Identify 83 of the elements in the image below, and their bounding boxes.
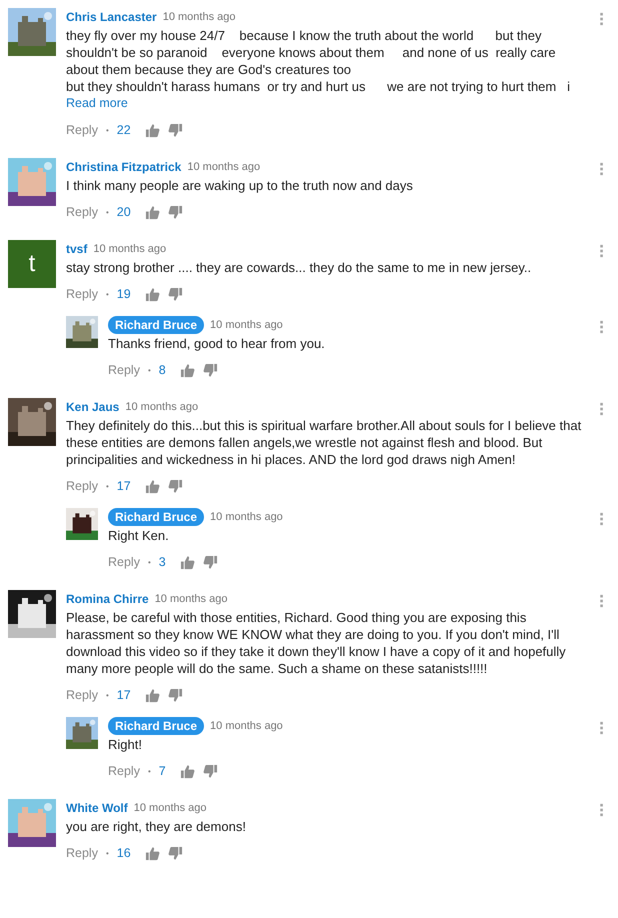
- comment-text: Please, be careful with those entities, Richard. Good thing you are exposing this harassment so they know WE KNOW what they are doing to you. If you don't mind, I'll download this video so if they take it down they'll know I have a copy of it and hopefully many more people will do the same. Such a shame on these satanists!!!!!: [66, 609, 567, 677]
- thumbs-down-icon[interactable]: [168, 204, 183, 220]
- comment-text: I think many people are waking up to the truth now and days: [66, 177, 414, 194]
- timestamp[interactable]: 10 months ago: [187, 161, 260, 173]
- comment-text: they fly over my house 24/7 because I know the truth about the world but they shouldn't be so paranoid everyone knows about them and none of us really care about them because they are God's creatures too but they shouldn't harass humans or try and hurt us we are not trying to hurt them i: [66, 27, 571, 95]
- thumbs-up-icon[interactable]: [180, 764, 195, 778]
- like-count: 19: [116, 287, 131, 301]
- reply-link[interactable]: Reply: [66, 688, 98, 702]
- thumbs-up-icon[interactable]: [180, 554, 195, 570]
- thumbs-down-icon[interactable]: [168, 478, 183, 494]
- separator-dot: •: [106, 482, 109, 490]
- reply-link[interactable]: Reply: [66, 846, 98, 860]
- like-count: 22: [116, 123, 131, 137]
- like-count: 16: [116, 846, 131, 860]
- timestamp[interactable]: 10 months ago: [210, 511, 283, 523]
- like-count: 7: [158, 764, 166, 778]
- author-chip[interactable]: Richard Bruce: [108, 508, 204, 526]
- comment-text: Thanks friend, good to hear from you.: [108, 335, 326, 352]
- author-chip[interactable]: Richard Bruce: [108, 316, 204, 334]
- comment-text: stay strong brother .... they are cowards... they do the same to me in new jersey..: [66, 259, 532, 276]
- reply-link[interactable]: Reply: [66, 205, 98, 219]
- more-options-icon[interactable]: [600, 244, 604, 258]
- separator-dot: •: [106, 126, 109, 134]
- separator-dot: •: [148, 558, 151, 566]
- more-options-icon[interactable]: [600, 512, 604, 526]
- author-chip[interactable]: Richard Bruce: [108, 717, 204, 735]
- separator-dot: •: [106, 848, 109, 858]
- reply-link[interactable]: Reply: [66, 123, 98, 137]
- separator-dot: •: [148, 366, 151, 374]
- timestamp[interactable]: 10 months ago: [210, 319, 283, 331]
- timestamp[interactable]: 10 months ago: [154, 593, 228, 605]
- more-options-icon[interactable]: [600, 803, 604, 817]
- thumbs-down-icon[interactable]: [168, 688, 183, 702]
- reply-link[interactable]: Reply: [66, 479, 98, 493]
- reply-link[interactable]: Reply: [66, 287, 98, 301]
- separator-dot: •: [106, 290, 109, 298]
- like-count: 20: [116, 205, 131, 219]
- timestamp[interactable]: 10 months ago: [125, 401, 198, 413]
- timestamp[interactable]: 10 months ago: [210, 720, 283, 732]
- avatar: t: [8, 240, 56, 288]
- thumbs-down-icon[interactable]: [168, 846, 183, 860]
- more-options-icon[interactable]: [600, 594, 604, 608]
- like-count: 3: [158, 555, 166, 569]
- like-count: 8: [158, 363, 166, 377]
- reply-link[interactable]: Reply: [108, 764, 140, 778]
- reply-link[interactable]: Reply: [108, 363, 140, 377]
- separator-dot: •: [106, 208, 109, 216]
- thumbs-down-icon[interactable]: [202, 554, 218, 570]
- read-more-link[interactable]: Read more: [66, 95, 590, 112]
- more-options-icon[interactable]: [600, 320, 604, 334]
- thumbs-up-icon[interactable]: [144, 846, 160, 860]
- comment-text: They definitely do this...but this is spiritual warfare brother.All about souls for I believe that these entities are demons fallen angels,we wrestle not against flesh and blood. But principalities and wickedness in hi places. AND the lord god draws nigh Amen!: [66, 417, 582, 468]
- author-link[interactable]: Christina Fitzpatrick: [66, 160, 182, 174]
- thumbs-down-icon[interactable]: [168, 122, 183, 138]
- thumbs-up-icon[interactable]: [180, 362, 195, 378]
- author-link[interactable]: White Wolf: [66, 801, 128, 815]
- thumbs-up-icon[interactable]: [144, 286, 160, 302]
- author-link[interactable]: Chris Lancaster: [66, 10, 157, 24]
- comment-text: Right Ken.: [108, 527, 170, 544]
- timestamp[interactable]: 10 months ago: [134, 802, 207, 814]
- separator-dot: •: [148, 766, 151, 776]
- comment-text: you are right, they are demons!: [66, 818, 247, 835]
- comment-text: Right!: [108, 736, 143, 753]
- thumbs-down-icon[interactable]: [202, 764, 218, 778]
- timestamp[interactable]: 10 months ago: [93, 243, 166, 255]
- thumbs-down-icon[interactable]: [168, 286, 183, 302]
- like-count: 17: [116, 479, 131, 493]
- author-link[interactable]: Ken Jaus: [66, 400, 120, 414]
- more-options-icon[interactable]: [600, 12, 604, 26]
- thumbs-down-icon[interactable]: [202, 362, 218, 378]
- more-options-icon[interactable]: [600, 162, 604, 176]
- author-link[interactable]: tvsf: [66, 242, 88, 256]
- separator-dot: •: [106, 690, 109, 700]
- like-count: 17: [116, 688, 131, 702]
- author-link[interactable]: Romina Chirre: [66, 592, 149, 606]
- more-options-icon[interactable]: [600, 402, 604, 416]
- reply-link[interactable]: Reply: [108, 555, 140, 569]
- thumbs-up-icon[interactable]: [144, 204, 160, 220]
- thumbs-up-icon[interactable]: [144, 688, 160, 702]
- thumbs-up-icon[interactable]: [144, 122, 160, 138]
- thumbs-up-icon[interactable]: [144, 478, 160, 494]
- more-options-icon[interactable]: [600, 721, 604, 735]
- timestamp[interactable]: 10 months ago: [162, 11, 236, 23]
